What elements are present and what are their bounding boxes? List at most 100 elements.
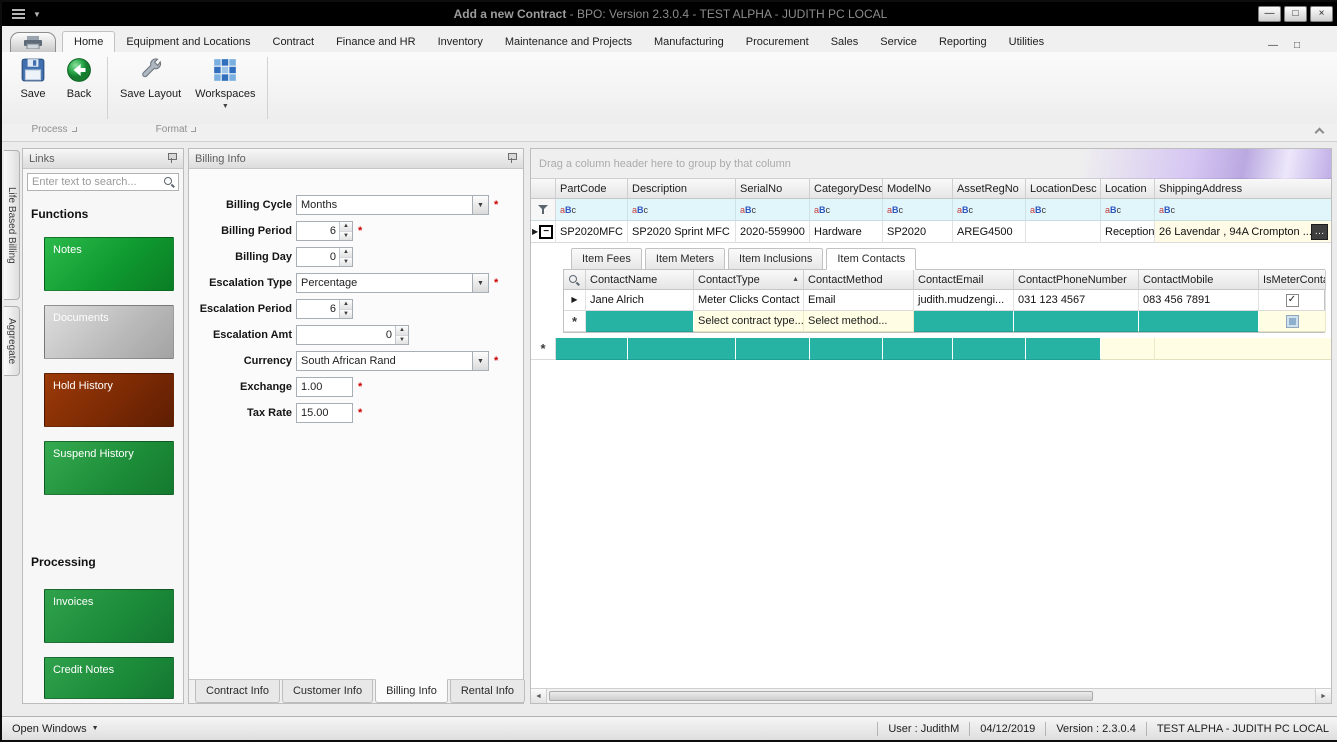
column-header-modelno[interactable]: ModelNo (883, 179, 953, 199)
ribbon-tab-reporting[interactable]: Reporting (928, 32, 998, 52)
filter-cell-shippingaddress[interactable]: aBc (1155, 199, 1332, 221)
cell-contactmethod[interactable]: Email (804, 290, 914, 311)
mdi-minimize-button[interactable]: — (1265, 38, 1281, 52)
group-launcher-icon[interactable] (72, 127, 77, 132)
scrollbar-thumb[interactable] (549, 691, 1093, 701)
app-menu-icon[interactable] (12, 9, 25, 19)
spin-down-icon[interactable]: ▼ (396, 336, 408, 345)
cell-partcode[interactable]: SP2020MFC (556, 221, 628, 243)
spin-down-icon[interactable]: ▼ (340, 310, 352, 319)
ribbon-tab-equipment-and-locations[interactable]: Equipment and Locations (115, 32, 261, 52)
new-cell-partcode[interactable] (556, 338, 628, 360)
side-tab-life-based-billing[interactable]: Life Based Billing (4, 150, 20, 300)
ribbon-tab-contract[interactable]: Contract (262, 32, 326, 52)
table-row[interactable]: ▶ Jane Alrich Meter Clicks Contact Email… (564, 290, 1324, 311)
collapse-detail-button[interactable]: − (539, 225, 553, 239)
checkbox-indeterminate[interactable] (1286, 315, 1299, 328)
spin-up-icon[interactable]: ▲ (340, 248, 352, 258)
cell-modelno[interactable]: SP2020 (883, 221, 953, 243)
tab-item-fees[interactable]: Item Fees (571, 248, 642, 270)
horizontal-scrollbar[interactable]: ◄ ► (531, 688, 1331, 703)
new-cell-shippingaddress[interactable] (1155, 338, 1332, 360)
filter-funnel-icon[interactable] (537, 204, 549, 215)
tab-rental-info[interactable]: Rental Info (450, 680, 525, 703)
notes-button[interactable]: Notes (44, 237, 174, 291)
new-cell-location[interactable] (1101, 338, 1155, 360)
scroll-left-icon[interactable]: ◄ (531, 689, 547, 703)
ellipsis-button[interactable]: … (1311, 224, 1328, 240)
new-cell-contactphonenumber[interactable] (1014, 311, 1139, 332)
ribbon-tab-manufacturing[interactable]: Manufacturing (643, 32, 735, 52)
new-cell-contactemail[interactable] (914, 311, 1014, 332)
cell-contactphonenumber[interactable]: 031 123 4567 (1014, 290, 1139, 311)
column-header-shippingaddress[interactable]: ShippingAddress (1155, 179, 1332, 199)
exchange-field[interactable]: 1.00 (296, 377, 353, 397)
new-cell-locationdesc[interactable] (1026, 338, 1101, 360)
filter-cell-description[interactable]: aBc (628, 199, 736, 221)
column-header-contactname[interactable]: ContactName (586, 270, 694, 290)
filter-cell-locationdesc[interactable]: aBc (1026, 199, 1101, 221)
tab-customer-info[interactable]: Customer Info (282, 680, 373, 703)
tax-rate-field[interactable]: 15.00 (296, 403, 353, 423)
credit-notes-button[interactable]: Credit Notes (44, 657, 174, 699)
filter-cell-categorydesc[interactable]: aBc (810, 199, 883, 221)
new-cell-contactmethod[interactable]: Select method... (804, 311, 914, 332)
tab-item-contacts[interactable]: Item Contacts (826, 248, 916, 270)
new-cell-contacttype[interactable]: Select contract type... (694, 311, 804, 332)
side-tab-aggregate[interactable]: Aggregate (4, 306, 20, 376)
suspend-history-button[interactable]: Suspend History (44, 441, 174, 495)
new-cell-description[interactable] (628, 338, 736, 360)
column-header-contactemail[interactable]: ContactEmail (914, 270, 1014, 290)
table-row[interactable]: ▶ − SP2020MFC SP2020 Sprint MFC 2020-559… (531, 221, 1332, 243)
cell-description[interactable]: SP2020 Sprint MFC (628, 221, 736, 243)
chevron-down-icon[interactable]: ▼ (472, 274, 488, 292)
column-header-ismetercontact[interactable]: IsMeterContact (1259, 270, 1326, 290)
checkbox-checked[interactable]: ✓ (1286, 294, 1299, 307)
search-icon[interactable] (568, 274, 580, 286)
ribbon-tab-finance-and-hr[interactable]: Finance and HR (325, 32, 427, 52)
spin-up-icon[interactable]: ▲ (340, 300, 352, 310)
workspaces-button[interactable]: Workspaces ▼ (188, 52, 262, 124)
ribbon-tab-maintenance-and-projects[interactable]: Maintenance and Projects (494, 32, 643, 52)
documents-button[interactable]: Documents (44, 305, 174, 359)
ribbon-tab-home[interactable]: Home (62, 31, 115, 52)
escalation-amt-stepper[interactable]: 0 ▲▼ (296, 325, 409, 345)
tab-item-meters[interactable]: Item Meters (645, 248, 725, 270)
cell-contactmobile[interactable]: 083 456 7891 (1139, 290, 1259, 311)
maximize-button[interactable]: □ (1284, 6, 1307, 22)
tab-contract-info[interactable]: Contract Info (195, 680, 280, 703)
billing-cycle-combo[interactable]: Months ▼ (296, 195, 489, 215)
ribbon-collapse-icon[interactable] (1314, 126, 1325, 137)
ribbon-tab-procurement[interactable]: Procurement (735, 32, 820, 52)
escalation-period-stepper[interactable]: 6 ▲▼ (296, 299, 353, 319)
new-cell-assetregno[interactable] (953, 338, 1026, 360)
filter-cell-serialno[interactable]: aBc (736, 199, 810, 221)
column-header-partcode[interactable]: PartCode (556, 179, 628, 199)
column-header-categorydesc[interactable]: CategoryDesc (810, 179, 883, 199)
filter-cell-partcode[interactable]: aBc (556, 199, 628, 221)
mdi-restore-button[interactable]: □ (1289, 38, 1305, 52)
chevron-down-icon[interactable]: ▼ (472, 352, 488, 370)
open-windows-button[interactable]: Open Windows ▼ (12, 723, 99, 735)
spin-up-icon[interactable]: ▲ (396, 326, 408, 336)
cell-ismetercontact[interactable]: ✓ (1259, 290, 1326, 311)
pin-icon[interactable] (508, 153, 517, 164)
new-cell-ismetercontact[interactable] (1259, 311, 1326, 332)
cell-categorydesc[interactable]: Hardware (810, 221, 883, 243)
new-contact-row[interactable]: * Select contract type... Select method.… (564, 311, 1324, 332)
new-cell-serialno[interactable] (736, 338, 810, 360)
cell-contacttype[interactable]: Meter Clicks Contact (694, 290, 804, 311)
currency-combo[interactable]: South African Rand ▼ (296, 351, 489, 371)
cell-locationdesc[interactable] (1026, 221, 1101, 243)
column-header-contacttype[interactable]: ContactType▲ (694, 270, 804, 290)
tab-billing-info[interactable]: Billing Info (375, 679, 448, 703)
new-cell-contactmobile[interactable] (1139, 311, 1259, 332)
column-header-serialno[interactable]: SerialNo (736, 179, 810, 199)
group-launcher-icon[interactable] (191, 127, 196, 132)
ribbon-tab-inventory[interactable]: Inventory (427, 32, 494, 52)
ribbon-tab-sales[interactable]: Sales (820, 32, 870, 52)
search-input[interactable] (28, 176, 163, 188)
cell-contactemail[interactable]: judith.mudzengi... (914, 290, 1014, 311)
app-logo[interactable] (10, 32, 56, 52)
spin-up-icon[interactable]: ▲ (340, 222, 352, 232)
